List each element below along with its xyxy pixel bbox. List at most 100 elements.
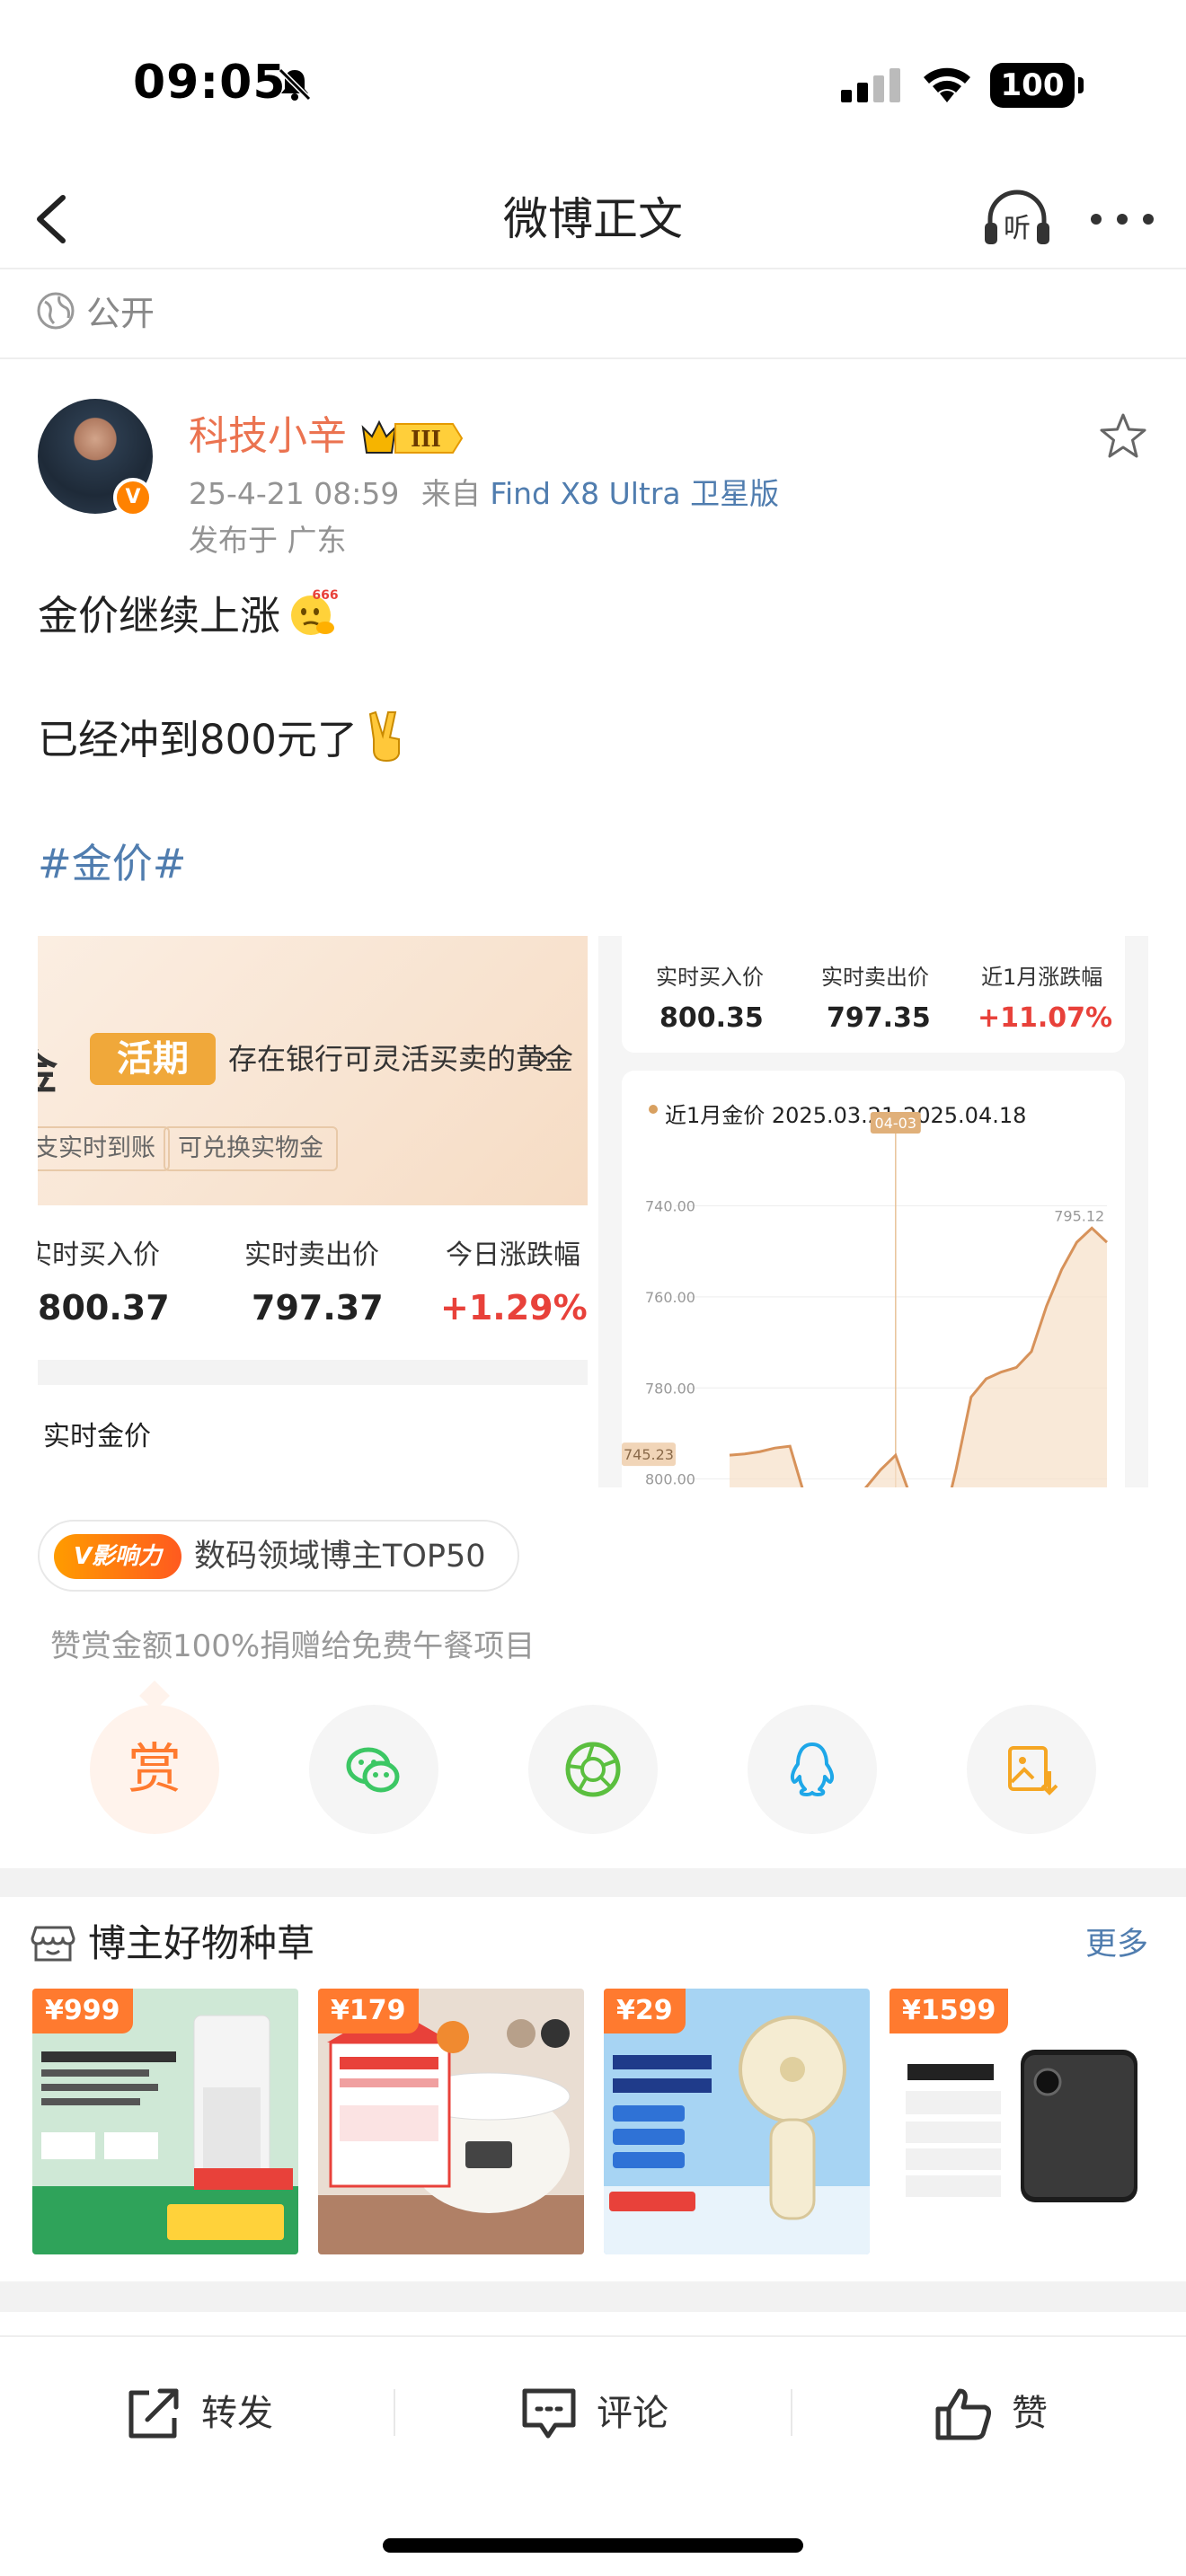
wechat-icon bbox=[346, 1747, 400, 1793]
more-dots-icon[interactable] bbox=[1084, 181, 1161, 257]
goods-price: ¥179 bbox=[318, 1989, 419, 2033]
moments-aperture-icon bbox=[565, 1742, 621, 1797]
tag1-text: 实时到账 bbox=[58, 1134, 155, 1162]
thinking-666-emoji-icon: 666 bbox=[291, 588, 338, 635]
y-tick-label: 760.00 bbox=[645, 1289, 695, 1306]
share-wechat-button[interactable] bbox=[309, 1705, 438, 1834]
wifi-icon bbox=[924, 67, 970, 102]
post-timestamp: 25-4-21 08:59 bbox=[189, 476, 400, 511]
listen-label: 听 bbox=[1004, 213, 1031, 244]
tag-realtime-arrival: 支实时到账 bbox=[38, 1126, 170, 1171]
source-prefix: 来自 bbox=[420, 476, 481, 511]
bottom-toolbar: 转发 评论 赞 bbox=[0, 2335, 1186, 2488]
save-image-icon bbox=[1008, 1746, 1058, 1795]
post-source[interactable]: Find X8 Ultra 卫星版 bbox=[490, 476, 779, 511]
qq-penguin-icon bbox=[790, 1742, 835, 1796]
visibility-row: 公开 bbox=[0, 271, 1186, 359]
sell-price-label-2: 实时卖出价 bbox=[821, 965, 929, 990]
goods-more-link[interactable]: 更多 bbox=[1085, 1922, 1148, 1967]
goods-price: ¥999 bbox=[32, 1989, 133, 2033]
emoji-666-text: 666 bbox=[312, 588, 338, 603]
goods-item-1[interactable]: ¥999 bbox=[32, 1989, 298, 2254]
y-tick-label: 800.00 bbox=[645, 1471, 695, 1487]
buy-price-label-2: 实时买入价 bbox=[656, 965, 764, 990]
buy-price-value: 800.37 bbox=[38, 1288, 170, 1328]
tag-exchange-physical: 可兑换实物金 bbox=[164, 1126, 338, 1171]
listen-headphone-icon[interactable]: 听 bbox=[979, 181, 1055, 257]
influence-text: 数码领域博主TOP50 bbox=[194, 1539, 486, 1575]
section-divider bbox=[0, 1868, 1186, 1897]
goods-item-2[interactable]: ¥179 bbox=[318, 1989, 584, 2254]
share-row: 赏 bbox=[0, 1705, 1186, 1838]
toolbar-divider bbox=[791, 2389, 792, 2436]
chevron-right-icon: › bbox=[535, 1037, 550, 1078]
goods-title: 博主好物种草 bbox=[88, 1921, 315, 1965]
author-name[interactable]: 科技小辛 bbox=[189, 410, 347, 463]
influence-v-badge: V影响力 bbox=[54, 1534, 181, 1579]
change-label: 今日涨跌幅 bbox=[446, 1239, 580, 1271]
visibility-label: 公开 bbox=[86, 294, 155, 333]
toolbar-divider bbox=[394, 2389, 395, 2436]
crown-level-icon: III bbox=[361, 419, 464, 454]
like-label: 赞 bbox=[1012, 2393, 1048, 2434]
realtime-gold-label: 实时金价 bbox=[43, 1421, 151, 1452]
thumbs-up-icon bbox=[935, 2388, 991, 2440]
star-favorite-icon[interactable] bbox=[1098, 411, 1148, 462]
save-image-button[interactable] bbox=[967, 1705, 1096, 1834]
buy-price-value-2: 800.35 bbox=[659, 1002, 764, 1034]
battery-indicator: 100 bbox=[990, 63, 1084, 108]
globe-icon bbox=[37, 292, 75, 330]
price-summary-card: 实时买入价 800.35 实时卖出价 797.35 近1月涨跌幅 +11.07% bbox=[622, 936, 1125, 1053]
goods-price: ¥29 bbox=[604, 1989, 686, 2033]
reward-button[interactable]: 赏 bbox=[90, 1705, 219, 1834]
post-meta: 25-4-21 08:59 来自 Find X8 Ultra 卫星版 bbox=[189, 472, 779, 516]
month-change-label: 近1月涨跌幅 bbox=[981, 965, 1103, 990]
hashtag-link[interactable]: #金价# bbox=[38, 840, 186, 887]
sell-price-value: 797.37 bbox=[252, 1288, 384, 1328]
post-line-2: 已经冲到800元了 bbox=[38, 716, 358, 763]
goods-item-4[interactable]: ¥1599 bbox=[890, 1989, 1155, 2254]
chart-marker-label: 04-03 bbox=[875, 1115, 917, 1132]
repost-icon bbox=[128, 2388, 179, 2439]
reward-label: 赏 bbox=[128, 1738, 181, 1801]
buy-price-label: 实时买入价 bbox=[38, 1239, 160, 1271]
end-value-label: 795.12 bbox=[1054, 1207, 1104, 1224]
cellular-signal-icon bbox=[841, 68, 900, 102]
status-time: 09:05 bbox=[133, 56, 287, 110]
month-change-value: +11.07% bbox=[978, 1002, 1113, 1034]
victory-hand-emoji-icon bbox=[368, 710, 400, 763]
influence-badge[interactable]: V影响力 数码领域博主TOP50 bbox=[38, 1520, 519, 1592]
post-location: 发布于 广东 bbox=[189, 523, 347, 558]
post-line-1: 金价继续上涨 bbox=[38, 592, 281, 640]
post-content: 金价继续上涨 666 已经冲到800元了 #金价# bbox=[38, 584, 1152, 956]
home-indicator bbox=[383, 2538, 803, 2553]
goods-header: 博主好物种草 更多 bbox=[0, 1897, 1186, 1987]
level-badge-text: III bbox=[411, 426, 441, 452]
share-moments-button[interactable] bbox=[528, 1705, 658, 1834]
gold-char: 金 bbox=[38, 1035, 58, 1102]
image-divider bbox=[38, 1360, 588, 1385]
y-tick-label: 780.00 bbox=[645, 1380, 695, 1397]
verified-badge: V bbox=[113, 478, 153, 517]
gold-chart-card: 近1月金价 2025.03.21-2025.04.18 800.00 780.00… bbox=[622, 1071, 1125, 1487]
goods-price: ¥1599 bbox=[890, 1989, 1009, 2033]
y-tick-label: 740.00 bbox=[645, 1198, 695, 1215]
tag1-prefix: 支 bbox=[38, 1134, 58, 1162]
share-qq-button[interactable] bbox=[748, 1705, 877, 1834]
bank-gold-desc: 存在银行可灵活买卖的黄金 bbox=[228, 1042, 574, 1076]
start-value-label: 745.23 bbox=[624, 1446, 674, 1463]
bell-muted-icon bbox=[278, 67, 312, 101]
shop-icon bbox=[31, 1926, 75, 1962]
goods-item-3[interactable]: ¥29 bbox=[604, 1989, 870, 2254]
donate-note: 赞赏金额100%捐赠给免费午餐项目 bbox=[50, 1628, 535, 1664]
active-tag: 活期 bbox=[90, 1033, 216, 1085]
repost-label: 转发 bbox=[201, 2393, 273, 2434]
status-bar: 09:05 100 bbox=[0, 0, 1186, 171]
post-image-2[interactable]: 实时买入价 800.35 实时卖出价 797.35 近1月涨跌幅 +11.07%… bbox=[598, 936, 1148, 1487]
comment-icon bbox=[522, 2388, 576, 2439]
nav-bar: 微博正文 听 bbox=[0, 171, 1186, 269]
post-image-1[interactable]: 金 活期 存在银行可灵活买卖的黄金 › 支实时到账 可兑换实物金 实时买入价 8… bbox=[38, 936, 588, 1487]
sell-price-label: 实时卖出价 bbox=[244, 1239, 379, 1271]
sell-price-value-2: 797.35 bbox=[827, 1002, 931, 1034]
section-divider-2 bbox=[0, 2281, 1186, 2312]
